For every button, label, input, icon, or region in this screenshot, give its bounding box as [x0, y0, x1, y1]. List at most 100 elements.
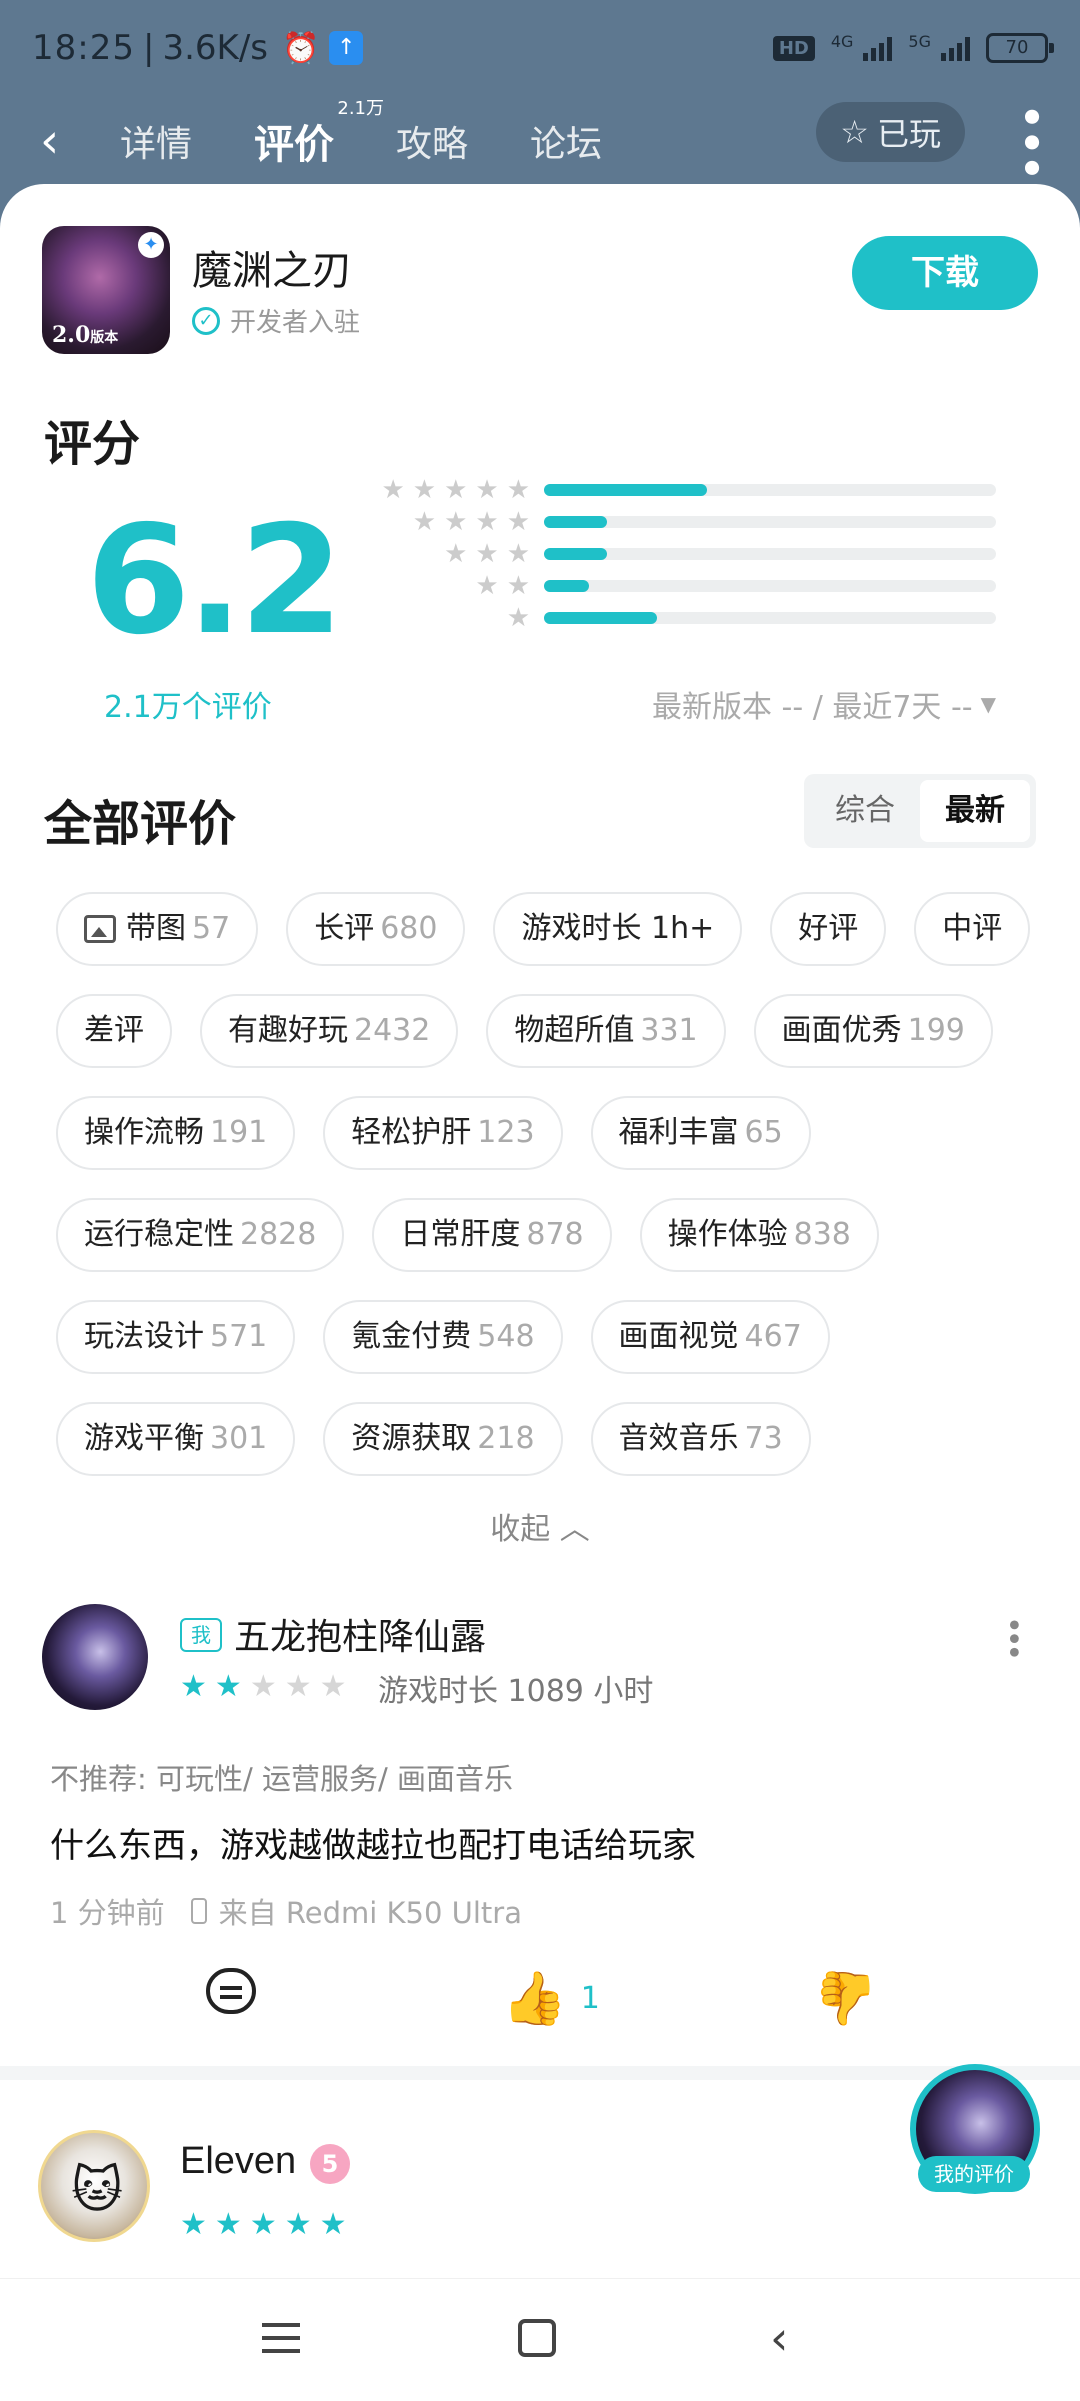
- review-tag-chip[interactable]: 游戏时长 1h+: [493, 892, 743, 966]
- review-tag-chip[interactable]: 中评: [914, 892, 1031, 966]
- my-review-label[interactable]: 我的评价: [918, 2156, 1030, 2192]
- star-icon: ★: [249, 1669, 277, 1704]
- signal-icon-2: [941, 35, 970, 61]
- star-icon: ★: [475, 571, 499, 601]
- tab-reviews[interactable]: 评价 2.1万: [254, 98, 384, 170]
- tag-label: 资源获取: [351, 1421, 472, 1456]
- tab-forum[interactable]: 论坛: [530, 115, 602, 167]
- review-tag-chip[interactable]: 好评: [770, 892, 887, 966]
- review-tag-chip[interactable]: 氪金付费 548: [323, 1300, 563, 1374]
- tab-details[interactable]: 详情: [120, 115, 192, 167]
- review-user-name[interactable]: Eleven: [180, 2140, 296, 2183]
- rating-bar-stars: ★ ★: [475, 573, 530, 599]
- review-user-name[interactable]: 五龙抱柱降仙露: [234, 1608, 486, 1660]
- star-icon: ★: [506, 475, 530, 505]
- signal-icon: [863, 35, 893, 61]
- collapse-button[interactable]: 收起 ︿: [0, 1504, 1080, 1548]
- star-icon: ★: [475, 507, 499, 537]
- more-options-icon[interactable]: •••: [995, 1616, 1030, 1657]
- comment-button[interactable]: [206, 1968, 256, 2014]
- dropdown-icon: ▼: [980, 692, 996, 716]
- tag-label: 福利丰富: [618, 1115, 739, 1150]
- played-button[interactable]: ☆ 已玩: [816, 102, 965, 162]
- tag-label: 好评: [798, 911, 859, 946]
- review-tag-chip[interactable]: 运行稳定性 2828: [56, 1198, 345, 1272]
- tag-label: 游戏时长 1h+: [521, 911, 715, 946]
- star-icon: ★: [444, 539, 468, 569]
- back-icon[interactable]: ‹: [40, 113, 120, 169]
- avatar[interactable]: 🐱: [38, 2130, 150, 2242]
- dislike-button[interactable]: 👍: [814, 1968, 879, 2029]
- tag-count: 199: [907, 1013, 965, 1048]
- more-options-icon[interactable]: •••: [1007, 104, 1053, 181]
- review-tag-chip[interactable]: 物超所值 331: [486, 994, 726, 1068]
- tag-count: 73: [744, 1421, 783, 1456]
- home-icon[interactable]: [518, 2319, 556, 2357]
- main-card: ✦ 2.0版本 魔渊之刃 ✓ 开发者入驻 下载 评分 6.2 2.1万个评价 ★…: [0, 184, 1080, 2401]
- review-tag-chip[interactable]: 资源获取 218: [323, 1402, 563, 1476]
- rating-bar-track: [544, 548, 996, 560]
- tab-reviews-label: 评价: [254, 122, 335, 168]
- tag-count: 191: [210, 1115, 268, 1150]
- tag-count: 838: [793, 1217, 851, 1252]
- star-icon: ★: [506, 603, 530, 633]
- review-tag-chip[interactable]: 玩法设计 571: [56, 1300, 296, 1374]
- menu-icon[interactable]: [262, 2323, 300, 2353]
- star-icon: ★: [180, 1669, 207, 1704]
- review-stars: ★ ★ ★ ★ ★: [180, 2210, 347, 2240]
- back-nav-icon[interactable]: ‹: [770, 2311, 788, 2365]
- tab-guides[interactable]: 攻略: [396, 115, 468, 167]
- review-tag-chip[interactable]: 操作流畅 191: [56, 1096, 296, 1170]
- review-text[interactable]: 什么东西，游戏越做越拉也配打电话给玩家: [50, 1818, 696, 1867]
- review-tag-chip[interactable]: 差评: [56, 994, 172, 1068]
- tag-count: 123: [477, 1115, 535, 1150]
- tag-count: 331: [640, 1013, 698, 1048]
- like-button[interactable]: 👍 1: [502, 1968, 600, 2029]
- tag-count: 467: [744, 1319, 802, 1354]
- tag-row: 运行稳定性 2828 日常肝度 878 操作体验 838: [56, 1198, 1046, 1272]
- review-tag-chip[interactable]: 游戏平衡 301: [56, 1402, 296, 1476]
- review-tag-chip[interactable]: 带图 57: [56, 892, 259, 966]
- review-tag-chip[interactable]: 福利丰富 65: [590, 1096, 811, 1170]
- tab-reviews-count: 2.1万: [337, 98, 385, 119]
- rating-bar-fill: [544, 484, 707, 496]
- tag-label: 画面优秀: [781, 1013, 902, 1048]
- star-icon: ★: [475, 539, 499, 569]
- rating-bar-fill: [544, 580, 590, 592]
- rating-bar-stars: ★ ★ ★ ★ ★: [381, 477, 530, 503]
- me-badge: 我: [180, 1618, 222, 1652]
- cat-avatar-icon: 🐱: [71, 2161, 124, 2219]
- version-filter[interactable]: 最新版本 -- / 最近7天 -- ▼: [652, 682, 996, 726]
- review-tag-chip[interactable]: 日常肝度 878: [372, 1198, 612, 1272]
- tag-label: 日常肝度: [400, 1217, 521, 1252]
- avatar[interactable]: [42, 1604, 148, 1710]
- review-tag-chip[interactable]: 轻松护肝 123: [323, 1096, 563, 1170]
- comment-icon: [206, 1968, 256, 2014]
- verified-check-icon: ✓: [192, 306, 220, 335]
- review-tag-chip[interactable]: 长评 680: [286, 892, 466, 966]
- review-tag-chip[interactable]: 画面视觉 467: [590, 1300, 830, 1374]
- not-recommend-reasons: 不推荐: 可玩性/ 运营服务/ 画面音乐: [50, 1762, 513, 1796]
- tag-count: 218: [477, 1421, 535, 1456]
- status-bar: 18:25 | 3.6K/s ⏰ ↑ HD 4G 5G 70: [0, 0, 1080, 96]
- star-icon: ★: [444, 475, 468, 505]
- star-icon: ★: [319, 2207, 347, 2242]
- sort-latest[interactable]: 最新: [920, 780, 1030, 842]
- tag-row: 操作流畅 191 轻松护肝 123 福利丰富 65: [56, 1096, 1046, 1170]
- star-icon: ★: [284, 2207, 312, 2242]
- review-device: 来自 Redmi K50 Ultra: [218, 1896, 522, 1930]
- battery-icon: 70: [986, 33, 1054, 63]
- thumbs-down-icon: 👍: [814, 1968, 879, 2028]
- sort-toggle: 综合 最新: [804, 774, 1036, 848]
- app-icon[interactable]: ✦ 2.0版本: [42, 226, 170, 354]
- review-tag-chip[interactable]: 有趣好玩 2432: [200, 994, 459, 1068]
- star-icon: ★: [412, 507, 437, 537]
- download-button[interactable]: 下载: [852, 236, 1038, 310]
- sort-comprehensive[interactable]: 综合: [810, 780, 920, 842]
- review-tag-chip[interactable]: 操作体验 838: [639, 1198, 879, 1272]
- review-tag-chip[interactable]: 画面优秀 199: [753, 994, 993, 1068]
- app-icon-version: 2.0版本: [52, 322, 119, 348]
- status-right: HD 4G 5G 70: [772, 32, 1054, 63]
- star-icon: ★: [506, 539, 530, 569]
- review-tag-chip[interactable]: 音效音乐 73: [590, 1402, 811, 1476]
